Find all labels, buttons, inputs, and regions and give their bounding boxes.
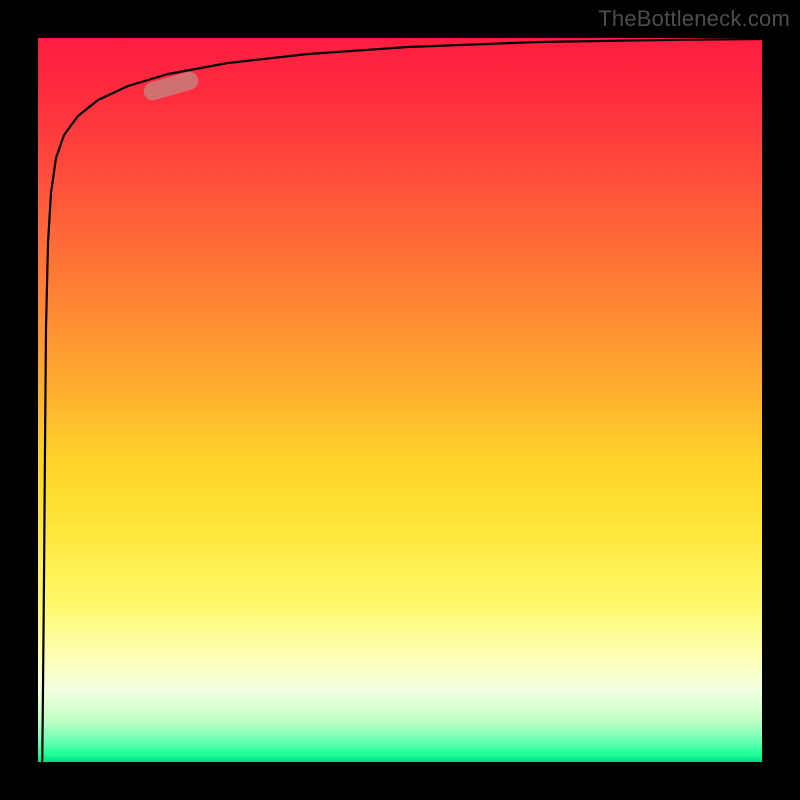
- attribution-label: TheBottleneck.com: [598, 6, 790, 32]
- plot-area: [38, 38, 762, 762]
- chart-frame: TheBottleneck.com: [0, 0, 800, 800]
- curve-path: [42, 39, 762, 762]
- curve-layer: [38, 38, 762, 762]
